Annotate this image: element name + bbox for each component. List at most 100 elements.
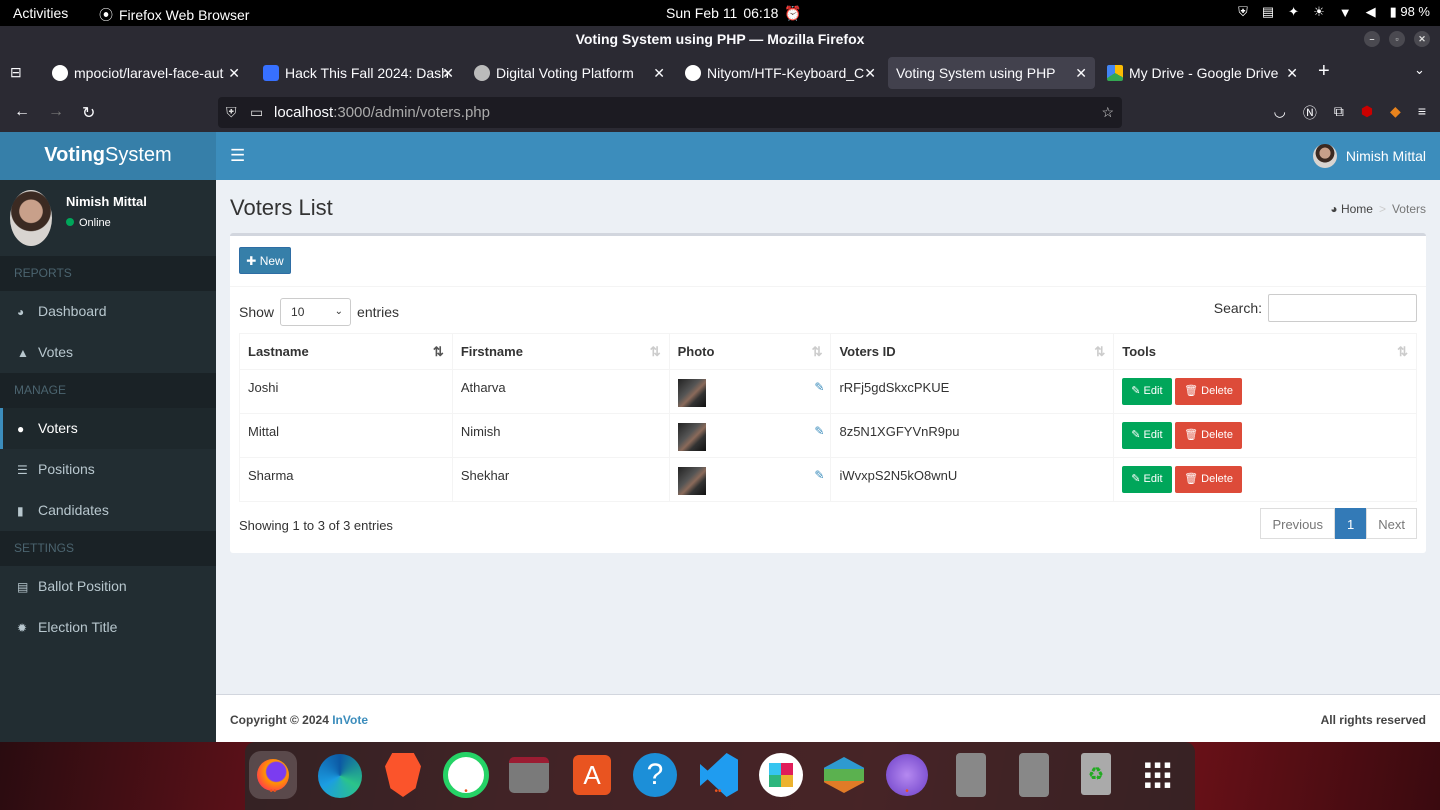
delete-button[interactable]: 🗑 Delete (1175, 422, 1242, 449)
back-icon[interactable]: ← (14, 103, 30, 121)
breadcrumb-home[interactable]: ◕ Home (1330, 202, 1373, 216)
delete-button[interactable]: 🗑 Delete (1175, 378, 1242, 405)
ublock-icon[interactable]: ⬢ (1361, 103, 1373, 123)
close-tab-icon[interactable]: ✕ (1286, 65, 1298, 82)
app-menu[interactable]: ⦿ Firefox Web Browser (99, 5, 249, 25)
brave-dock-icon[interactable] (379, 751, 427, 799)
edit-photo-icon[interactable]: ✎ (814, 468, 824, 482)
firefox-dock-icon[interactable]: •• (249, 751, 297, 799)
page-title: Voters List (230, 195, 333, 220)
list-tabs-icon[interactable]: ⌄ (1414, 62, 1425, 78)
column-header-lastname[interactable]: Lastname ⇅ (239, 333, 453, 370)
sidebar-item-candidates[interactable]: ▮ Candidates (0, 490, 216, 531)
tab-digital-voting-platform[interactable]: Digital Voting Platform ✕ (466, 57, 673, 89)
app-center-dock-icon[interactable]: A (568, 751, 616, 799)
new-voter-button[interactable]: ✚ New (239, 247, 291, 274)
breadcrumb-current: Voters (1391, 202, 1426, 216)
close-tab-icon[interactable]: ✕ (228, 65, 240, 82)
edge-dock-icon[interactable] (316, 751, 364, 799)
extensions-icon[interactable]: ⧉ (1334, 103, 1344, 123)
system-tray[interactable]: ⛨ ▤ ✦ ☀ ▼ ◀ ▮ 98 % (1238, 4, 1430, 20)
app-logo[interactable]: VotingSystem (0, 132, 216, 180)
table-row: Mittal Nimish ✎ 8z5N1XGFYVnR9pu ✎ Edit 🗑… (239, 413, 1417, 458)
metamask-icon[interactable]: ◆ (1390, 103, 1401, 123)
search-input[interactable] (1268, 294, 1417, 322)
tab-hack-this-fall[interactable]: Hack This Fall 2024: Dash ✕ (255, 57, 462, 89)
voters-box: ✚ New Show 10 ⌄ entries Search: Lastname ⇅… (230, 233, 1426, 553)
menu-icon[interactable]: ≡ (1418, 103, 1426, 123)
drive-dock-icon-2[interactable] (1009, 751, 1057, 799)
google-drive-icon (1107, 65, 1123, 81)
files-dock-icon[interactable] (505, 751, 553, 799)
devfolio-icon (263, 65, 279, 81)
footer-brand-link[interactable]: InVote (332, 713, 368, 727)
entries-select[interactable]: 10 ⌄ (280, 298, 352, 326)
column-header-voters-id[interactable]: Voters ID ⇅ (830, 333, 1115, 370)
edit-photo-icon[interactable]: ✎ (814, 380, 824, 394)
minimize-icon[interactable]: – (1364, 31, 1380, 47)
close-tab-icon[interactable]: ✕ (1075, 65, 1087, 82)
pocket-icon[interactable]: ◡ (1274, 103, 1286, 123)
tor-dock-icon[interactable]: • (883, 751, 931, 799)
account-icon[interactable]: Ⓝ (1303, 103, 1317, 123)
url-bar[interactable]: ⛨ ▭ localhost:3000/admin/voters.php ☆ (218, 97, 1122, 128)
column-header-firstname[interactable]: Firstname ⇅ (451, 333, 670, 370)
column-header-tools[interactable]: Tools ⇅ (1113, 333, 1417, 370)
shield-icon[interactable]: ⛨ (226, 97, 237, 128)
avatar (10, 190, 52, 246)
close-tab-icon[interactable]: ✕ (864, 65, 876, 82)
sidebar-item-positions[interactable]: ☰ Positions (0, 449, 216, 490)
whatsapp-dock-icon[interactable]: • (442, 751, 490, 799)
bookmark-star-icon[interactable]: ☆ (1101, 97, 1114, 128)
clock[interactable]: Sun Feb 11 06:18 ⏰ (666, 5, 802, 22)
cog-icon: ✹ (17, 621, 28, 635)
column-header-photo[interactable]: Photo ⇅ (668, 333, 832, 370)
header-user-menu[interactable]: Nimish Mittal (1312, 144, 1426, 168)
edit-button[interactable]: ✎ Edit (1122, 378, 1172, 405)
help-dock-icon[interactable]: ? (631, 751, 679, 799)
slack-dock-icon[interactable] (757, 751, 805, 799)
desktop-background: •• • A ? •• • ♻ ▪▪▪ ▪▪▪ ▪▪▪ (0, 742, 1440, 810)
edit-photo-icon[interactable]: ✎ (814, 424, 824, 438)
vscode-dock-icon[interactable]: •• (694, 751, 742, 799)
show-apps-icon[interactable]: ▪▪▪ ▪▪▪ ▪▪▪ (1135, 751, 1183, 799)
sidebar-item-ballot-position[interactable]: ▤ Ballot Position (0, 566, 216, 607)
delete-button[interactable]: 🗑 Delete (1175, 466, 1242, 493)
tab-overview-icon[interactable]: ⊟ (10, 64, 22, 81)
sidebar-header-reports: REPORTS (0, 256, 216, 291)
edit-button[interactable]: ✎ Edit (1122, 466, 1172, 493)
sidebar-item-election-title[interactable]: ✹ Election Title (0, 607, 216, 648)
layers-dock-icon[interactable] (820, 751, 868, 799)
table-row: Joshi Atharva ✎ rRFj5gdSkxcPKUE ✎ Edit 🗑… (239, 369, 1417, 414)
tab-laravel-face-auth[interactable]: mpociot/laravel-face-aut ✕ (44, 57, 248, 89)
users-icon: ● (17, 422, 25, 436)
new-tab-icon[interactable]: + (1318, 60, 1330, 83)
next-page-button[interactable]: Next (1366, 508, 1417, 539)
sidebar-item-voters[interactable]: ● Voters (0, 408, 216, 449)
previous-page-button[interactable]: Previous (1260, 508, 1336, 539)
dashboard-icon: ◕ (17, 305, 25, 319)
tab-google-drive[interactable]: My Drive - Google Drive ✕ (1099, 57, 1306, 89)
sidebar-item-dashboard[interactable]: ◕ Dashboard (0, 291, 216, 332)
tab-voting-system[interactable]: Voting System using PHP ✕ (888, 57, 1095, 89)
page-icon[interactable]: ▭ (250, 97, 263, 128)
maximize-icon[interactable]: ▫ (1389, 31, 1405, 47)
github-icon (52, 65, 68, 81)
trash-dock-icon[interactable]: ♻ (1072, 751, 1120, 799)
sidebar-toggle-icon[interactable]: ☰ (230, 146, 245, 166)
close-tab-icon[interactable]: ✕ (653, 65, 665, 82)
sidebar-item-votes[interactable]: ▲ Votes (0, 332, 216, 373)
activities-button[interactable]: Activities (13, 5, 68, 21)
close-tab-icon[interactable]: ✕ (442, 65, 454, 82)
page-1-button[interactable]: 1 (1335, 508, 1367, 539)
navigation-bar: ← → ↻ ⛨ ▭ localhost:3000/admin/voters.ph… (0, 93, 1440, 132)
voter-photo (677, 379, 706, 407)
edit-button[interactable]: ✎ Edit (1122, 422, 1172, 449)
reload-icon[interactable]: ↻ (82, 103, 95, 123)
pagination: Previous 1 Next (1260, 508, 1417, 539)
tab-htf-keyboard[interactable]: Nityom/HTF-Keyboard_C ✕ (677, 57, 884, 89)
forward-icon[interactable]: → (48, 103, 64, 121)
main-header: VotingSystem ☰ Nimish Mittal (0, 132, 1440, 180)
close-icon[interactable]: ✕ (1414, 31, 1430, 47)
drive-dock-icon[interactable] (946, 751, 994, 799)
